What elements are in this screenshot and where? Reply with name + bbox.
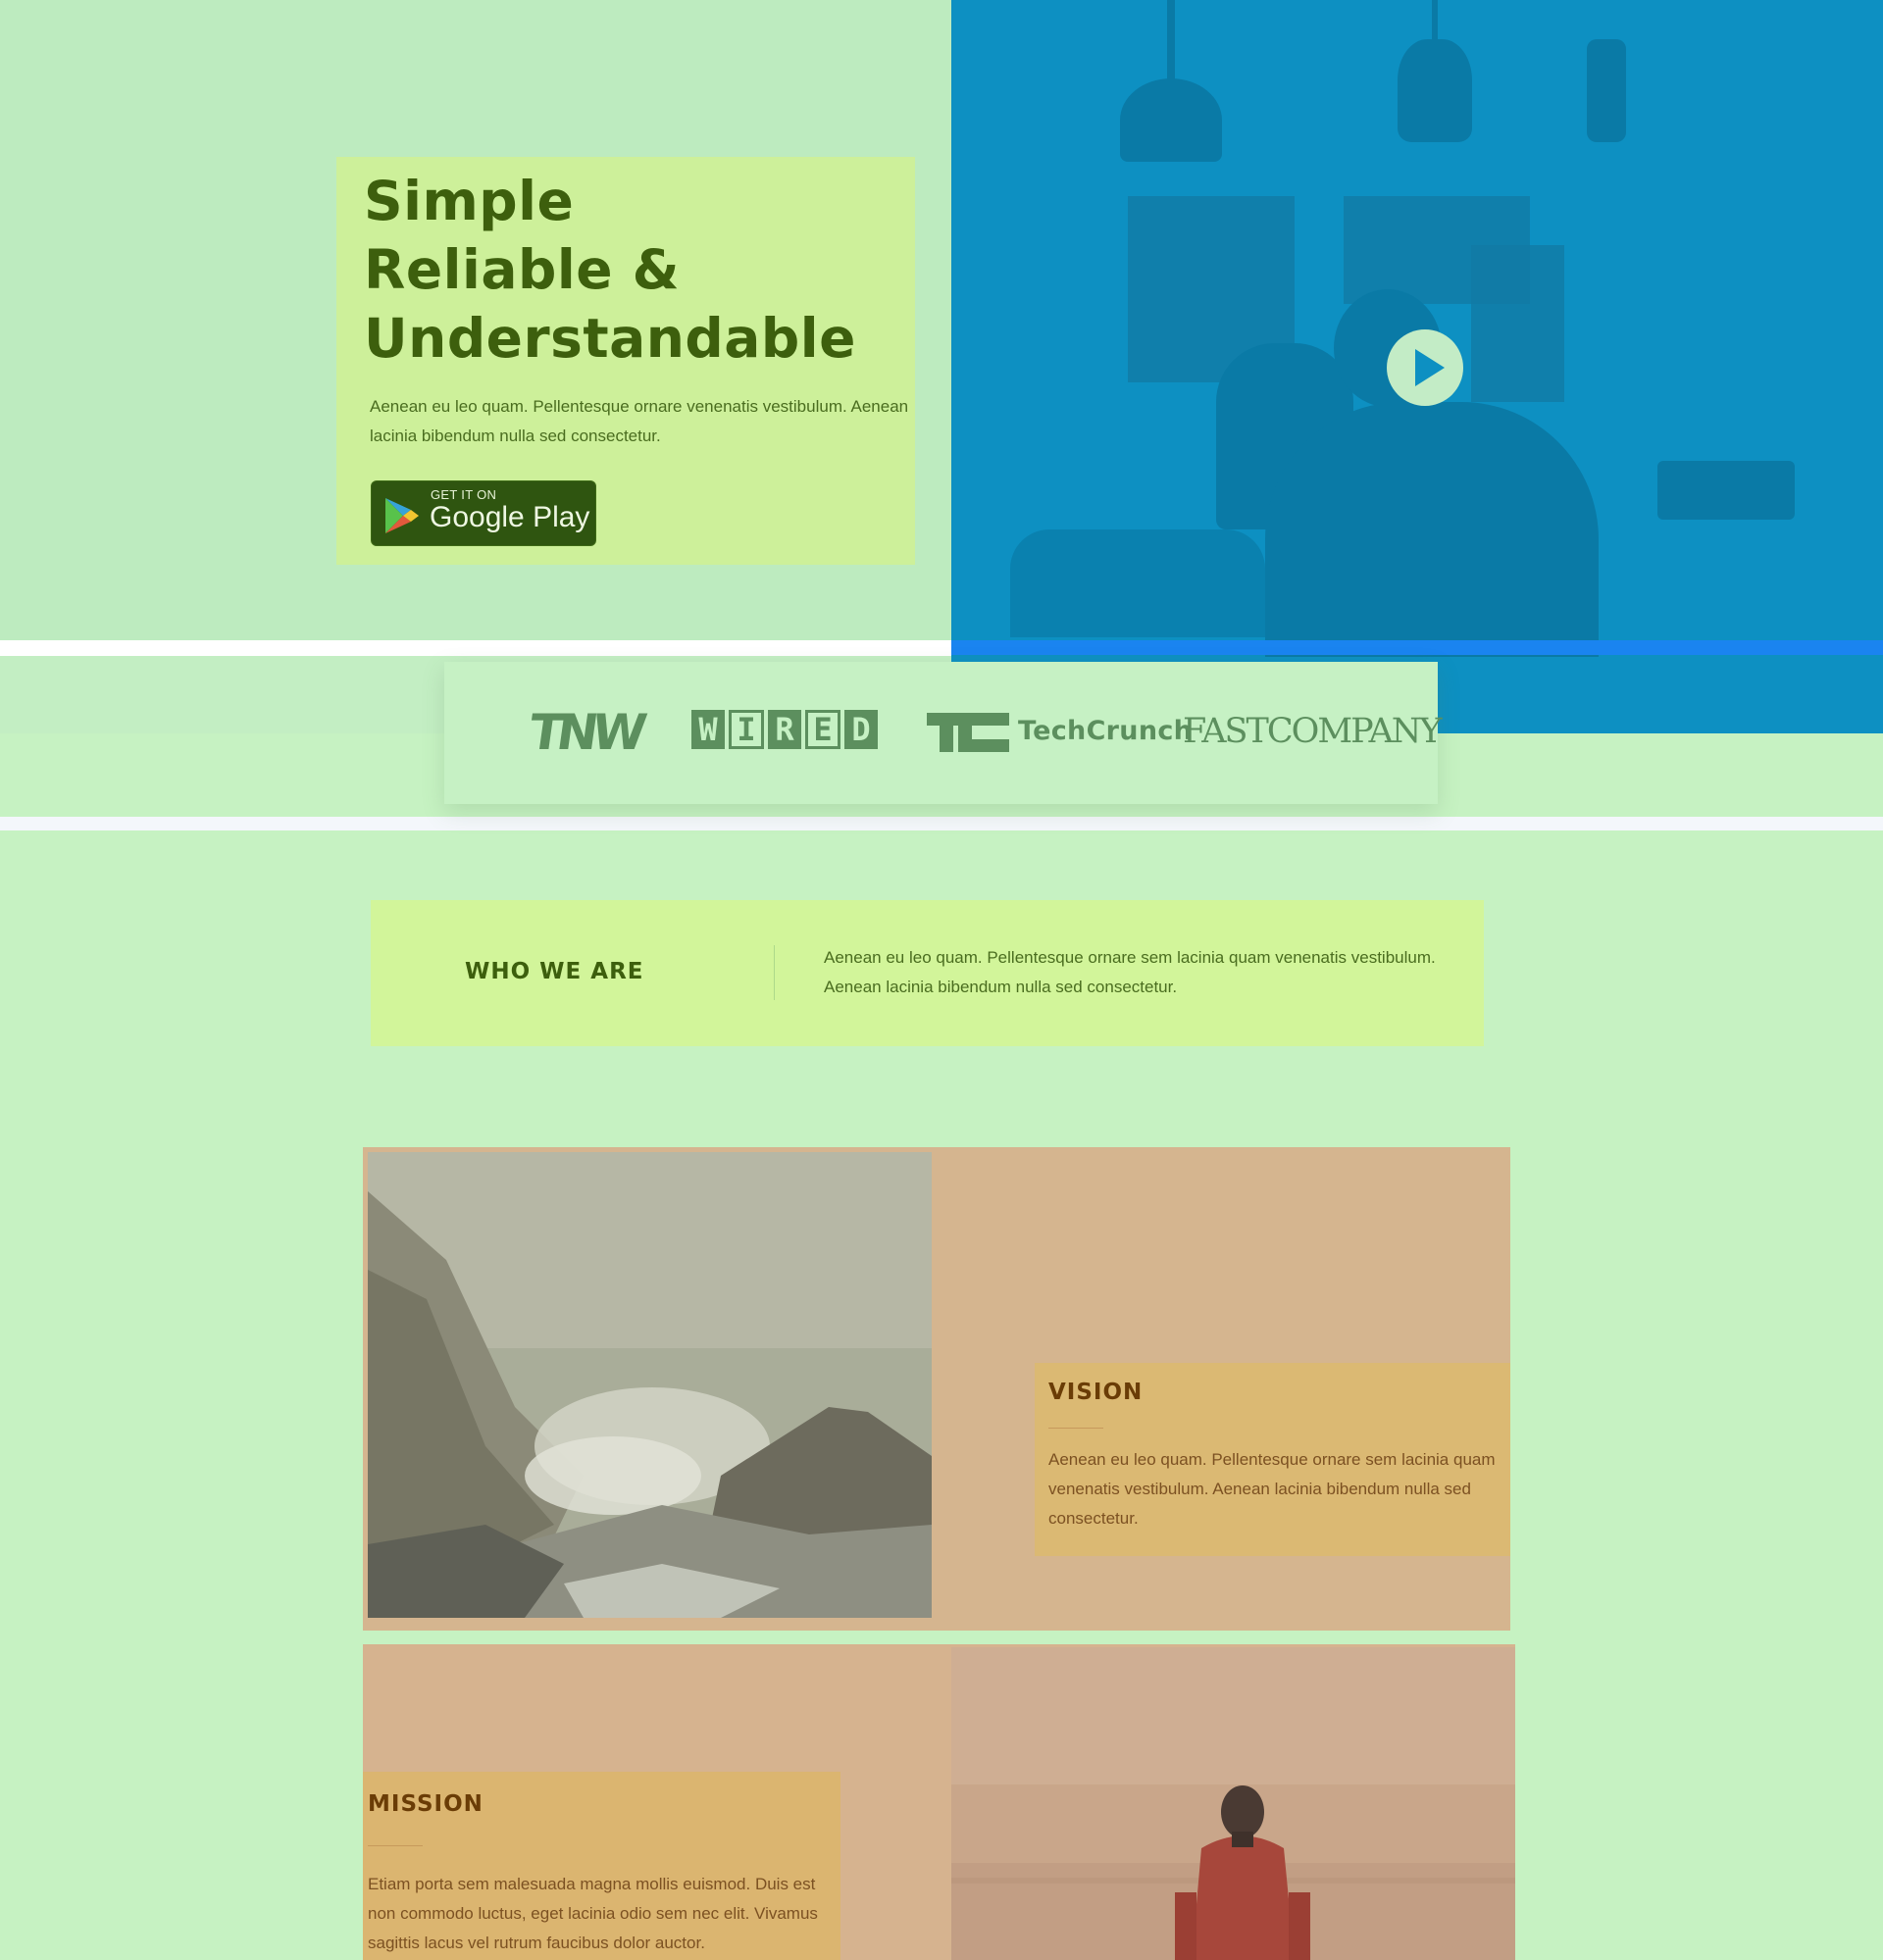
tnw-logo[interactable]: TNW [526, 704, 644, 761]
who-we-are-title: WHO WE ARE [465, 959, 644, 984]
hero-title-line: Simple [364, 170, 575, 232]
vertical-divider [774, 945, 775, 1000]
window [1471, 245, 1564, 402]
laptop [1657, 461, 1795, 520]
wired-letter: D [844, 710, 878, 749]
title-underline [368, 1845, 423, 1846]
video-play-button[interactable] [1387, 329, 1463, 406]
pendant-lamp [1587, 39, 1626, 142]
divider-strip [0, 817, 1883, 830]
hero-title-line: Understandable [364, 307, 856, 370]
person-in-fog-photo [951, 1647, 1515, 1960]
pendant-lamp [1120, 78, 1222, 162]
store-badge-big-text: Google Play [430, 501, 590, 533]
google-play-icon [385, 498, 419, 533]
hero-title: Simple Reliable & Understandable [364, 167, 893, 373]
store-badge-small-text: GET IT ON [431, 487, 497, 502]
wired-letter: R [768, 710, 801, 749]
vision-text: Aenean eu leo quam. Pellentesque ornare … [1048, 1450, 1496, 1528]
mountain-photo [368, 1152, 932, 1618]
lamp-cord [1167, 0, 1175, 88]
mission-title: MISSION [368, 1791, 483, 1817]
techcrunch-logo-text[interactable]: TechCrunch [1018, 716, 1193, 746]
hero-subtitle: Aenean eu leo quam. Pellentesque ornare … [370, 397, 909, 445]
wired-logo[interactable]: W I R E D [691, 710, 878, 753]
divider-strip [0, 640, 951, 656]
chair [1010, 529, 1265, 637]
pendant-lamp [1398, 39, 1472, 142]
hero-title-line: Reliable & [364, 238, 681, 301]
vision-image [368, 1152, 932, 1618]
mission-text: Etiam porta sem malesuada magna mollis e… [368, 1875, 818, 1952]
wired-letter: W [691, 710, 725, 749]
google-play-button[interactable]: GET IT ON Google Play [371, 480, 596, 546]
title-underline [1048, 1428, 1103, 1429]
divider-strip-blue [951, 640, 1883, 655]
mission-image [951, 1647, 1515, 1960]
person-silhouette [1265, 402, 1599, 657]
play-icon [1415, 349, 1445, 386]
fast-company-logo[interactable]: FASTCOMPANY [1183, 712, 1442, 751]
vision-title: VISION [1048, 1380, 1144, 1405]
wired-letter: I [729, 710, 764, 749]
wired-letter: E [805, 710, 840, 749]
techcrunch-mark-icon[interactable] [927, 713, 1009, 752]
who-we-are-text: Aenean eu leo quam. Pellentesque ornare … [824, 948, 1436, 996]
